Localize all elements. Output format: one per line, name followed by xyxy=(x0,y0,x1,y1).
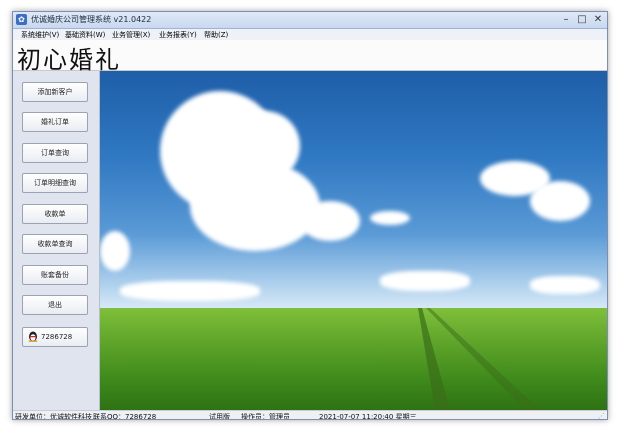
app-icon: ✿ xyxy=(16,14,27,25)
header-banner: 初心婚礼 xyxy=(13,40,607,74)
edition-label: 试用版 xyxy=(209,413,230,420)
window-title: 优诚婚庆公司管理系统 v21.0422 xyxy=(31,15,152,24)
title-bar[interactable]: ✿ 优诚婚庆公司管理系统 v21.0422 – □ ✕ xyxy=(13,12,607,29)
menu-business[interactable]: 业务管理(X) xyxy=(112,30,150,40)
qq-contact-button[interactable]: 7286728 xyxy=(22,327,88,347)
status-bar: 研发单位：优诚软件科技 联系QQ：7286728 试用版 操作员：管理员 202… xyxy=(13,410,607,420)
qq-number: 7286728 xyxy=(41,333,73,341)
receipt-button[interactable]: 收款单 xyxy=(22,204,88,224)
maximize-icon[interactable]: □ xyxy=(575,13,589,26)
developer-info: 研发单位：优诚软件科技 xyxy=(15,413,92,420)
cloud xyxy=(530,276,600,294)
order-detail-query-button[interactable]: 订单明细查询 xyxy=(22,173,88,193)
menu-basic-data[interactable]: 基础资料(W) xyxy=(65,30,105,40)
field-path xyxy=(418,308,540,410)
cloud xyxy=(370,211,410,225)
cloud xyxy=(530,181,590,221)
menu-help[interactable]: 帮助(Z) xyxy=(204,30,228,40)
datetime-display: 2021-07-07 11:20:40 星期三 xyxy=(319,413,417,420)
cloud xyxy=(380,271,470,291)
menu-bar: 系统维护(V) 基础资料(W) 业务管理(X) 业务报表(Y) 帮助(Z) xyxy=(13,29,607,39)
close-icon[interactable]: ✕ xyxy=(591,13,605,26)
sidebar: 添加新客户 婚礼订单 订单查询 订单明细查询 收款单 收款单查询 账套备份 退出… xyxy=(13,71,100,410)
order-query-button[interactable]: 订单查询 xyxy=(22,143,88,163)
menu-system[interactable]: 系统维护(V) xyxy=(21,30,59,40)
app-title: 初心婚礼 xyxy=(17,46,121,74)
minimize-icon[interactable]: – xyxy=(559,13,573,26)
cloud xyxy=(100,231,130,271)
app-window: ✿ 优诚婚庆公司管理系统 v21.0422 – □ ✕ 系统维护(V) 基础资料… xyxy=(12,11,608,420)
contact-info: 联系QQ：7286728 xyxy=(93,413,157,420)
wedding-order-button[interactable]: 婚礼订单 xyxy=(22,112,88,132)
backup-button[interactable]: 账套备份 xyxy=(22,265,88,285)
cloud xyxy=(230,111,300,181)
add-customer-button[interactable]: 添加新客户 xyxy=(22,82,88,102)
receipt-query-button[interactable]: 收款单查询 xyxy=(22,234,88,254)
main-background-image xyxy=(100,71,607,410)
operator-info: 操作员：管理员 xyxy=(241,413,290,420)
resize-grip-icon[interactable]: ⋰ xyxy=(598,412,605,419)
cloud xyxy=(300,201,360,241)
penguin-icon xyxy=(28,331,38,342)
exit-button[interactable]: 退出 xyxy=(22,295,88,315)
cloud xyxy=(120,281,260,301)
menu-reports[interactable]: 业务报表(Y) xyxy=(159,30,197,40)
